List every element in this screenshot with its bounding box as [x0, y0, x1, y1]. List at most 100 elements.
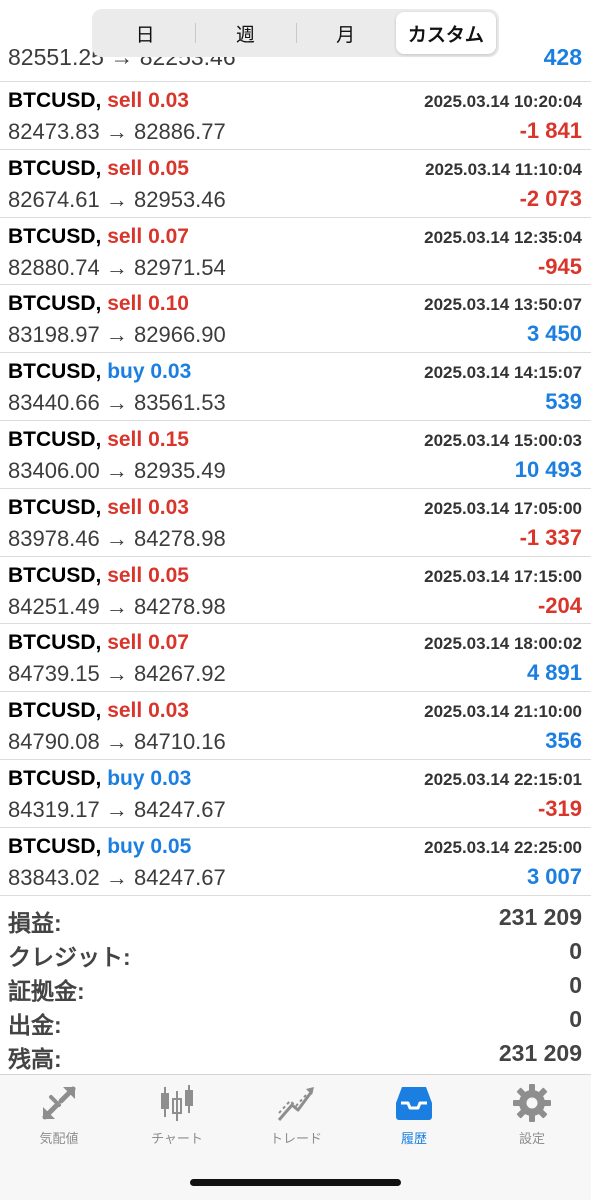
trade-row[interactable]: BTCUSD, sell 0.15 2025.03.14 15:00:03 8340… — [0, 421, 591, 489]
trade-symbol: BTCUSD, — [8, 427, 102, 451]
open-price: 84319.17 — [8, 796, 100, 822]
open-price: 84739.15 — [8, 661, 100, 687]
trade-time: 2025.03.14 15:00:03 — [424, 430, 582, 450]
trade-header: BTCUSD, buy 0.03 — [8, 767, 191, 791]
trade-volume: 0.03 — [148, 89, 189, 112]
trade-symbol: BTCUSD, — [8, 834, 102, 858]
tab-settings[interactable]: 設定 — [473, 1083, 591, 1153]
trade-row[interactable]: BTCUSD, sell 0.07 2025.03.14 18:00:02 8473… — [0, 624, 591, 693]
trade-header: BTCUSD, sell 0.05 — [8, 157, 189, 181]
close-price: 84278.98 — [134, 525, 226, 551]
trade-symbol: BTCUSD, — [8, 631, 102, 655]
close-price: 82886.77 — [134, 119, 226, 144]
trade-profit: 10 493 — [514, 456, 582, 482]
trade-header: BTCUSD, sell 0.07 — [8, 631, 189, 655]
trade-volume: 0.03 — [148, 495, 189, 519]
open-price: 84790.08 — [8, 729, 100, 755]
tab-history[interactable]: 履歴 — [355, 1083, 473, 1153]
open-price: 84251.49 — [8, 593, 100, 619]
trade-prices: 84790.08 → 84710.16 — [8, 729, 226, 755]
trade-type: sell — [107, 427, 143, 451]
trade-profit: -945 — [537, 253, 582, 279]
arrow-right-icon: → — [99, 186, 134, 212]
summary-row-credit: クレジット: 0 — [0, 934, 591, 970]
period-tab-month[interactable]: 月 — [295, 12, 396, 54]
tab-label: トレード — [269, 1131, 322, 1146]
summary-value: 0 — [569, 972, 582, 998]
trade-prices: 84251.49 → 84278.98 — [8, 594, 226, 620]
period-tab-week[interactable]: 週 — [195, 12, 295, 54]
trade-prices: 83198.97 → 82966.90 — [8, 322, 226, 348]
tab-quotes[interactable]: 気配値 — [0, 1083, 118, 1153]
trade-symbol: BTCUSD, — [8, 766, 102, 790]
arrow-right-icon: → — [99, 457, 134, 483]
summary-label: クレジット: — [8, 944, 131, 970]
trade-header: BTCUSD, buy 0.03 — [8, 360, 191, 384]
trade-prices: 83406.00 → 82935.49 — [8, 458, 226, 484]
trade-prices: 83843.02 → 84247.67 — [8, 865, 226, 891]
trade-prices: 84739.15 → 84267.92 — [8, 661, 226, 687]
trade-volume: 0.10 — [148, 292, 189, 316]
tab-label: チャート — [151, 1131, 203, 1146]
trade-profit: -204 — [537, 592, 582, 618]
trade-row[interactable]: BTCUSD, sell 0.03 2025.03.14 10:20:04 8247… — [0, 82, 591, 150]
trade-type: buy — [107, 834, 145, 858]
summary-label: 出金: — [8, 1012, 62, 1038]
trade-prices: 83440.66 → 83561.53 — [8, 390, 226, 416]
trade-type: sell — [107, 292, 143, 316]
trade-symbol: BTCUSD, — [8, 292, 102, 316]
trade-type: sell — [107, 224, 143, 248]
close-price: 82953.46 — [134, 186, 226, 212]
trade-row[interactable]: BTCUSD, sell 0.10 2025.03.14 13:50:07 8319… — [0, 285, 591, 354]
account-summary: 損益: 231 209 クレジット: 0 証拠金: 0 出金: 0 残高: 23… — [0, 900, 591, 1072]
trade-volume: 0.03 — [150, 766, 192, 790]
gear-icon — [513, 1084, 551, 1122]
close-price: 83561.53 — [134, 390, 226, 416]
trade-type: sell — [107, 495, 143, 519]
trade-profit: -319 — [537, 795, 582, 821]
trade-row[interactable]: BTCUSD, sell 0.07 2025.03.14 12:35:04 8288… — [0, 218, 591, 286]
period-tab-day[interactable]: 日 — [95, 12, 195, 54]
arrow-right-icon: → — [99, 796, 134, 822]
open-price: 82674.61 — [8, 186, 100, 212]
trade-time: 2025.03.14 21:10:00 — [424, 702, 582, 722]
trade-time: 2025.03.14 12:35:04 — [424, 227, 582, 247]
trade-profit: 428 — [543, 44, 582, 70]
trade-symbol: BTCUSD, — [8, 563, 102, 587]
trade-prices: 82674.61 → 82953.46 — [8, 187, 226, 213]
arrow-right-icon: → — [99, 525, 134, 551]
trade-time: 2025.03.14 14:15:07 — [424, 363, 582, 383]
trade-profit: 3 450 — [526, 321, 582, 347]
trade-volume: 0.05 — [148, 156, 189, 180]
summary-row-margin: 証拠金: 0 — [0, 968, 591, 1004]
trade-symbol: BTCUSD, — [8, 699, 102, 723]
summary-value: 0 — [569, 1006, 582, 1032]
trade-type: buy — [107, 360, 145, 384]
arrow-right-icon: → — [99, 729, 134, 755]
trade-row[interactable]: BTCUSD, buy 0.05 2025.03.14 22:25:00 83843… — [0, 828, 591, 896]
trade-row[interactable]: BTCUSD, sell 0.03 2025.03.14 17:05:00 8397… — [0, 489, 591, 557]
summary-row-withdrawal: 出金: 0 — [0, 1002, 591, 1038]
tab-trade[interactable]: トレード — [237, 1083, 355, 1153]
trade-symbol: BTCUSD, — [8, 89, 102, 112]
trade-row[interactable]: BTCUSD, sell 0.03 2025.03.14 21:10:00 8479… — [0, 692, 591, 760]
home-indicator — [190, 1179, 401, 1186]
trade-row[interactable]: BTCUSD, buy 0.03 2025.03.14 22:15:01 84319… — [0, 760, 591, 828]
trade-row[interactable]: BTCUSD, sell 0.05 2025.03.14 17:15:00 8425… — [0, 557, 591, 625]
trade-type: sell — [107, 631, 143, 655]
trade-row[interactable]: BTCUSD, sell 0.05 2025.03.14 11:10:04 8267… — [0, 150, 591, 218]
trade-row[interactable]: BTCUSD, buy 0.03 2025.03.14 14:15:07 83440… — [0, 353, 591, 421]
trade-header: BTCUSD, sell 0.07 — [8, 225, 189, 249]
summary-row-balance: 残高: 231 209 — [0, 1036, 591, 1072]
top-area: 82551.25 → 82253.46 428 日 週 月 カスタム — [0, 0, 591, 82]
trade-volume: 0.05 — [150, 834, 192, 858]
summary-value: 231 209 — [498, 1040, 582, 1066]
period-tab-custom[interactable]: カスタム — [395, 12, 496, 54]
close-price: 84710.16 — [134, 729, 226, 755]
trade-time: 2025.03.14 22:25:00 — [424, 837, 582, 857]
trade-volume: 0.03 — [150, 360, 192, 384]
arrow-right-icon: → — [99, 322, 134, 348]
summary-label: 証拠金: — [8, 978, 85, 1004]
trade-volume: 0.07 — [148, 631, 189, 655]
tab-chart[interactable]: チャート — [118, 1083, 236, 1153]
